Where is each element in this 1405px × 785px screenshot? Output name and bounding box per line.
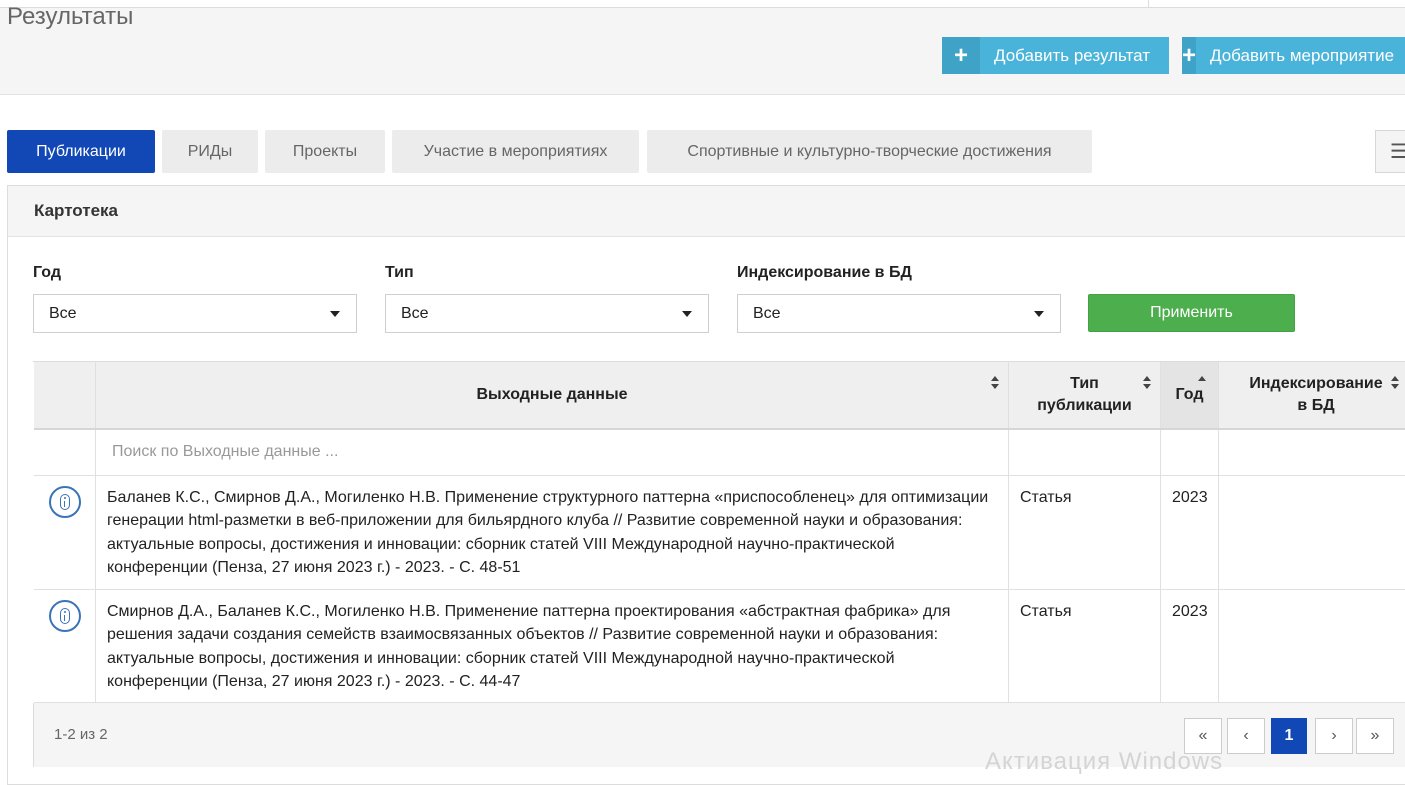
type-text: Статья — [1020, 603, 1072, 620]
next-page-button[interactable]: › — [1315, 718, 1353, 754]
filter-type-label: Тип — [385, 264, 414, 281]
output-text: Смирнов Д.А., Баланев К.С., Могиленко Н.… — [107, 603, 951, 690]
results-table: Выходные данные Тип публикации Год Индек… — [33, 361, 1405, 703]
table-row: Смирнов Д.А., Баланев К.С., Могиленко Н.… — [34, 590, 1405, 703]
menu-icon[interactable]: ☰ — [1375, 130, 1405, 173]
col-index[interactable]: Индексирование в БД — [1219, 362, 1405, 428]
tab-projects[interactable]: Проекты — [265, 130, 385, 173]
index-select[interactable]: Все — [737, 294, 1061, 333]
add-result-label: Добавить результат — [994, 45, 1151, 65]
panel-title: Картотека — [8, 186, 1405, 237]
col-year-label: Год — [1175, 386, 1204, 403]
col-type[interactable]: Тип публикации — [1009, 362, 1161, 428]
search-row-icon-cell — [34, 430, 96, 475]
search-row-year-cell — [1161, 430, 1219, 475]
filter-year-label: Год — [33, 264, 61, 281]
info-icon[interactable] — [49, 486, 81, 518]
top-header: Результаты + Добавить результат + Добави… — [0, 0, 1405, 95]
row-icon-cell — [34, 590, 96, 702]
add-event-label: Добавить мероприятие — [1210, 45, 1395, 65]
col-output[interactable]: Выходные данные — [96, 362, 1009, 428]
tab-achievements[interactable]: Спортивные и культурно-творческие достиж… — [647, 130, 1092, 173]
type-select-value: Все — [401, 304, 429, 322]
search-placeholder: Поиск по Выходные данные ... — [112, 443, 339, 460]
type-text: Статья — [1020, 489, 1072, 506]
apply-button[interactable]: Применить — [1088, 294, 1295, 332]
row-icon-cell — [34, 476, 96, 589]
col-index-label-1: Индексирование — [1249, 375, 1383, 392]
index-cell — [1219, 476, 1405, 589]
windows-activation-watermark: Активация Windows — [985, 748, 1224, 775]
type-cell: Статья — [1009, 476, 1161, 589]
search-row: Поиск по Выходные данные ... — [34, 430, 1405, 476]
output-cell: Смирнов Д.А., Баланев К.С., Могиленко Н.… — [96, 590, 1009, 702]
top-border — [0, 0, 1405, 8]
sort-asc-icon[interactable] — [1198, 376, 1206, 381]
year-text: 2023 — [1172, 489, 1208, 506]
search-row-index-cell — [1219, 430, 1405, 475]
year-cell: 2023 — [1161, 590, 1219, 702]
year-cell: 2023 — [1161, 476, 1219, 589]
index-text — [1219, 590, 1405, 610]
tab-rids[interactable]: РИДы — [162, 130, 258, 173]
last-page-button[interactable]: » — [1356, 718, 1394, 754]
add-event-button[interactable]: + Добавить мероприятие — [1182, 37, 1405, 74]
top-divider — [1148, 0, 1149, 8]
index-cell — [1219, 590, 1405, 702]
col-year[interactable]: Год — [1161, 362, 1219, 428]
output-text: Баланев К.С., Смирнов Д.А., Могиленко Н.… — [107, 489, 989, 576]
plus-icon: + — [1182, 37, 1197, 74]
type-select[interactable]: Все — [385, 294, 709, 333]
records-count: 1-2 из 2 — [54, 726, 108, 743]
output-cell: Баланев К.С., Смирнов Д.А., Могиленко Н.… — [96, 476, 1009, 589]
tab-publications[interactable]: Публикации — [7, 130, 155, 173]
output-search-input[interactable]: Поиск по Выходные данные ... — [96, 430, 1009, 475]
filter-index-label: Индексирование в БД — [737, 264, 912, 281]
col-type-label-2: публикации — [1037, 397, 1132, 414]
sort-icon[interactable] — [991, 376, 1000, 390]
col-output-label: Выходные данные — [476, 386, 628, 403]
header-icon-col — [34, 362, 96, 428]
page-title: Результаты — [7, 3, 134, 30]
table-header: Выходные данные Тип публикации Год Индек… — [34, 362, 1405, 430]
caret-down-icon — [330, 311, 340, 317]
caret-down-icon — [682, 311, 692, 317]
info-icon[interactable] — [49, 600, 81, 632]
col-index-label-2: в БД — [1297, 397, 1335, 414]
tab-events[interactable]: Участие в мероприятиях — [392, 130, 639, 173]
table-row: Баланев К.С., Смирнов Д.А., Могиленко Н.… — [34, 476, 1405, 590]
caret-down-icon — [1034, 311, 1044, 317]
page-1-button[interactable]: 1 — [1271, 718, 1307, 754]
year-select[interactable]: Все — [33, 294, 357, 333]
year-select-value: Все — [49, 304, 77, 322]
col-type-label-1: Тип — [1070, 375, 1099, 392]
index-select-value: Все — [753, 304, 781, 322]
add-result-button[interactable]: + Добавить результат — [942, 37, 1169, 74]
sort-icon[interactable] — [1143, 376, 1152, 390]
index-text — [1219, 476, 1405, 496]
prev-page-button[interactable]: ‹ — [1227, 718, 1265, 754]
plus-icon: + — [942, 37, 980, 74]
sort-icon[interactable] — [1391, 376, 1400, 390]
year-text: 2023 — [1172, 603, 1208, 620]
search-row-type-cell — [1009, 430, 1161, 475]
type-cell: Статья — [1009, 590, 1161, 702]
